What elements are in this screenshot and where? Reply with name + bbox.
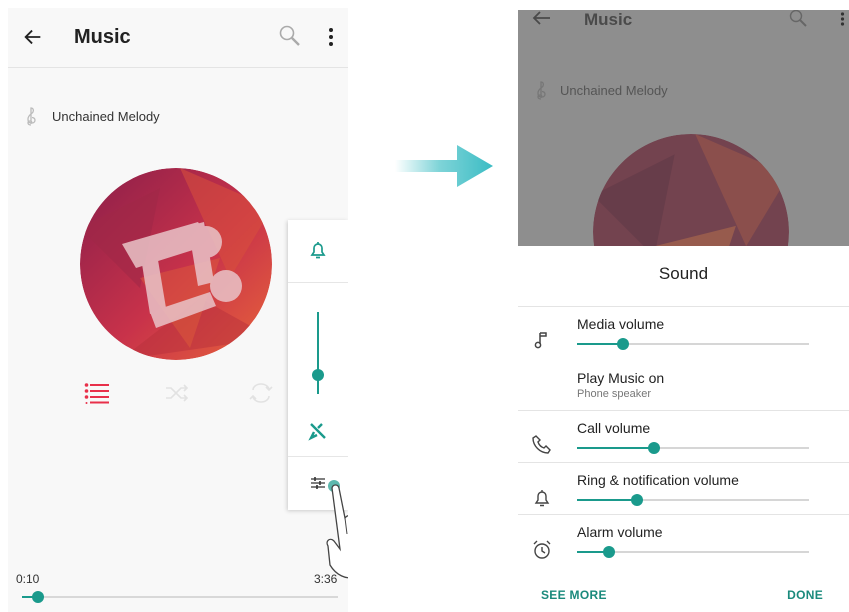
divider bbox=[288, 282, 348, 283]
see-more-button[interactable]: SEE MORE bbox=[541, 588, 607, 602]
media-volume-thumb[interactable] bbox=[617, 338, 630, 350]
divider bbox=[518, 514, 849, 515]
album-art bbox=[593, 134, 789, 246]
play-music-on-value: Phone speaker bbox=[577, 388, 651, 400]
music-player-screen: Music Unchained Melody 0:10 3:36 bbox=[8, 8, 348, 612]
treble-clef-icon bbox=[537, 81, 546, 100]
bell-icon[interactable] bbox=[309, 240, 327, 260]
back-arrow-icon bbox=[532, 11, 550, 25]
volume-panel bbox=[288, 220, 348, 510]
playlist-icon[interactable] bbox=[84, 382, 110, 404]
vibrate-off-icon[interactable] bbox=[307, 420, 329, 442]
more-vert-icon bbox=[840, 12, 845, 26]
music-note-icon bbox=[534, 332, 547, 349]
search-icon bbox=[789, 10, 807, 27]
divider bbox=[288, 456, 348, 457]
now-playing-row: Unchained Melody bbox=[24, 106, 160, 126]
alarm-volume-slider[interactable] bbox=[577, 546, 809, 558]
treble-clef-icon bbox=[27, 107, 36, 126]
repeat-icon[interactable] bbox=[248, 382, 274, 404]
volume-slider[interactable] bbox=[312, 312, 324, 394]
phone-icon bbox=[532, 435, 551, 454]
ring-volume-fill bbox=[577, 499, 638, 501]
call-volume-thumb[interactable] bbox=[647, 442, 660, 454]
album-art bbox=[80, 168, 272, 360]
back-arrow-icon[interactable] bbox=[22, 26, 44, 48]
time-elapsed: 0:10 bbox=[16, 572, 40, 586]
ring-volume-slider[interactable] bbox=[577, 494, 809, 506]
bell-icon bbox=[534, 490, 550, 507]
song-title: Unchained Melody bbox=[52, 108, 160, 124]
done-button[interactable]: DONE bbox=[787, 588, 823, 602]
play-music-on-label[interactable]: Play Music on bbox=[577, 370, 664, 386]
pointing-hand-icon bbox=[326, 480, 348, 579]
sound-settings-screen: Music Unchained Melody Sound Media volum… bbox=[518, 10, 849, 612]
song-title: Unchained Melody bbox=[560, 82, 668, 98]
call-volume-label: Call volume bbox=[577, 420, 651, 436]
app-bar: Music bbox=[8, 8, 348, 68]
ring-volume-thumb[interactable] bbox=[631, 494, 644, 506]
transition-arrow-icon bbox=[395, 145, 493, 187]
alarm-icon bbox=[533, 540, 551, 559]
search-icon[interactable] bbox=[278, 24, 302, 48]
more-vert-icon[interactable] bbox=[328, 26, 334, 48]
now-playing-row: Unchained Melody bbox=[534, 80, 668, 100]
seek-thumb[interactable] bbox=[31, 591, 44, 603]
shuffle-icon[interactable] bbox=[164, 382, 190, 404]
ring-volume-label: Ring & notification volume bbox=[577, 472, 739, 488]
alarm-volume-thumb[interactable] bbox=[603, 546, 616, 558]
sheet-title: Sound bbox=[658, 264, 709, 283]
time-total: 3:36 bbox=[314, 572, 338, 586]
media-volume-slider[interactable] bbox=[577, 338, 809, 350]
seek-bar[interactable] bbox=[22, 591, 338, 603]
media-volume-label: Media volume bbox=[577, 316, 665, 332]
volume-slider-thumb[interactable] bbox=[312, 369, 324, 382]
divider bbox=[518, 306, 849, 307]
divider bbox=[518, 462, 849, 463]
call-volume-slider[interactable] bbox=[577, 442, 809, 454]
dimmed-background[interactable]: Music Unchained Melody bbox=[518, 10, 849, 246]
call-volume-fill bbox=[577, 447, 654, 449]
alarm-volume-label: Alarm volume bbox=[577, 524, 663, 540]
page-title: Music bbox=[584, 10, 633, 29]
divider bbox=[518, 410, 849, 411]
sound-sheet: Sound Media volume Play Music on Phone s… bbox=[518, 246, 849, 612]
page-title: Music bbox=[74, 26, 131, 48]
